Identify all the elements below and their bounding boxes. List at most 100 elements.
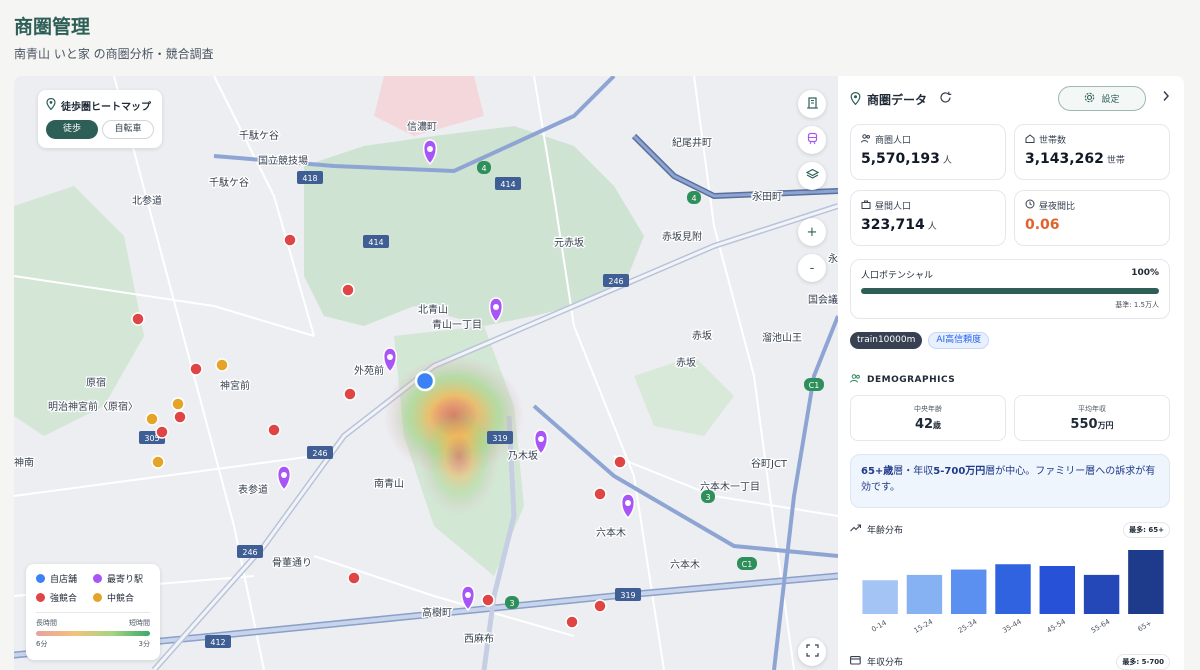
svg-text:C1: C1 (742, 560, 753, 569)
medium-competitor-marker-3 (151, 455, 165, 469)
strong-competitor-marker-0 (283, 233, 297, 247)
potential-bar (861, 288, 1159, 294)
panel-title: 商圏データ (867, 92, 928, 107)
road-shield-C1: C1 (737, 557, 757, 570)
page-subtitle: 南青山 いと家 の商圏分析・競合調査 (14, 47, 214, 61)
income-chart-badge: 最多: 5-700 (1116, 654, 1170, 670)
stat-households: 世帯数 3,143,262 世帯 (1014, 124, 1170, 180)
age-bar-35-44 (995, 564, 1031, 614)
svg-text:414: 414 (500, 180, 515, 189)
station-pin-icon (488, 297, 504, 324)
map-pin-icon (850, 90, 861, 109)
layers-button[interactable] (798, 162, 826, 190)
strong-competitor-marker-11 (481, 593, 495, 607)
svg-text:3: 3 (509, 599, 514, 608)
settings-button[interactable]: 設定 (1058, 86, 1146, 111)
fullscreen-button[interactable] (798, 638, 826, 666)
map-label-kioicho: 紀尾井町 (672, 136, 712, 149)
road-shield-4: 4 (687, 191, 701, 204)
strong-competitor-marker-2 (131, 312, 145, 326)
trend-icon (850, 524, 862, 535)
svg-text:246: 246 (312, 449, 327, 458)
legend-3min: 3分 (138, 640, 150, 648)
map-label-aoyama1: 青山一丁目 (432, 318, 482, 331)
people-icon (861, 133, 871, 146)
map-label-takagicho: 高樹町 (422, 606, 452, 619)
svg-text:4: 4 (481, 164, 486, 173)
home-icon (1025, 133, 1035, 146)
map-label-shinanomachi: 信濃町 (407, 120, 437, 133)
map-label-kokuritsu: 国立競技場 (258, 154, 308, 167)
potential-value: 100% (1131, 268, 1159, 278)
zoom-in-button[interactable]: + (798, 218, 826, 246)
map-label-meijijingu: 明治神宮前〈原宿〉 (48, 400, 138, 413)
station-pin-icon (382, 347, 398, 374)
map-label-nagatacho: 永田町 (752, 190, 782, 203)
medium-competitor-marker-2 (145, 412, 159, 426)
layers-icon (805, 168, 819, 185)
road-shield-246: 246 (237, 545, 263, 558)
strong-competitor-marker-10 (347, 571, 361, 585)
confidence-tag: AI高信頼度 (928, 332, 990, 349)
gear-icon (1084, 92, 1095, 106)
strong-competitor-marker-6 (343, 387, 357, 401)
legend-own-store: 自店舗 (36, 572, 93, 585)
office-icon (861, 200, 871, 212)
map-label-sendagaya2: 千駄ケ谷 (209, 176, 249, 189)
station-pin-icon (620, 493, 636, 520)
strong-competitor-marker-12 (593, 599, 607, 613)
map-label-akasaka1: 赤坂 (692, 330, 712, 342)
road-shield-246: 246 (603, 274, 629, 287)
refresh-icon[interactable] (939, 91, 952, 108)
bike-mode-button[interactable]: 自転車 (101, 120, 154, 139)
median-age-value: 42 (914, 417, 934, 432)
chevron-right-icon[interactable] (1162, 90, 1170, 106)
demographics-heading: DEMOGRAPHICS (850, 374, 955, 386)
age-chart-heading: 年齢分布 (850, 523, 903, 536)
map-label-nishiazabu: 西麻布 (464, 632, 494, 645)
transit-layer-button[interactable] (798, 126, 826, 154)
svg-text:246: 246 (608, 277, 623, 286)
population-value: 5,570,193 (861, 151, 940, 167)
settings-label: 設定 (1101, 95, 1120, 105)
svg-text:4: 4 (691, 194, 696, 203)
legend-station: 最寄り駅 (93, 572, 150, 585)
stat-daytime-population: 昼間人口 323,714 人 (850, 190, 1006, 246)
walk-mode-button[interactable]: 徒歩 (46, 120, 98, 139)
svg-text:418: 418 (302, 174, 317, 183)
potential-track (861, 288, 1159, 294)
map-label-kokkai: 国会議 (808, 293, 838, 306)
legend-medium-competitor: 中競合 (93, 591, 150, 604)
wallet-icon (850, 655, 861, 668)
households-value: 3,143,262 (1025, 151, 1104, 167)
train-icon (806, 132, 819, 149)
map-label-sendagaya1: 千駄ケ谷 (239, 129, 279, 142)
strong-competitor-marker-3 (189, 362, 203, 376)
trade-area-panel: 商圏データ 設定 商圏人口 5,570,193 人 世帯数 3,143,262 世帯… (838, 76, 1184, 670)
map-label-nogizaka: 乃木坂 (508, 450, 538, 462)
road-shield-414: 414 (363, 235, 389, 248)
age-bar-0-14 (862, 580, 898, 614)
station-pin-icon (460, 585, 476, 612)
map-label-akasaka2: 赤坂 (676, 357, 696, 369)
building-layer-button[interactable] (798, 90, 826, 118)
strong-competitor-marker-9 (593, 487, 607, 501)
road-shield-412: 412 (205, 635, 231, 648)
station-pin-icon (422, 139, 438, 166)
own-store-dot-icon (36, 574, 45, 583)
svg-text:246: 246 (242, 548, 257, 557)
age-tick-15-24: 15-24 (913, 617, 935, 634)
map-label-gaienmae: 外苑前 (354, 364, 384, 377)
ratio-value: 0.06 (1025, 217, 1060, 233)
age-bar-55-64 (1083, 574, 1120, 614)
clock-icon (1025, 199, 1035, 212)
legend-short-label: 短時間 (129, 619, 150, 627)
model-tags: train10000m AI高信頼度 (850, 332, 990, 349)
strong-competitor-marker-13 (565, 615, 579, 629)
zoom-out-button[interactable]: - (798, 254, 826, 282)
map-label-naga: 永 (828, 252, 838, 265)
page-header: 商圏管理 南青山 いと家 の商圏分析・競合調査 (14, 12, 214, 62)
trade-area-map[interactable]: 信濃町 紀尾井町 千駄ケ谷 国立競技場 千駄ケ谷 北参道 元赤坂 赤坂見附 永田町 北青山 青山一丁… (14, 76, 838, 670)
map-label-akasakamitsuke: 赤坂見附 (662, 230, 702, 243)
strong-competitor-marker-5 (155, 425, 169, 439)
